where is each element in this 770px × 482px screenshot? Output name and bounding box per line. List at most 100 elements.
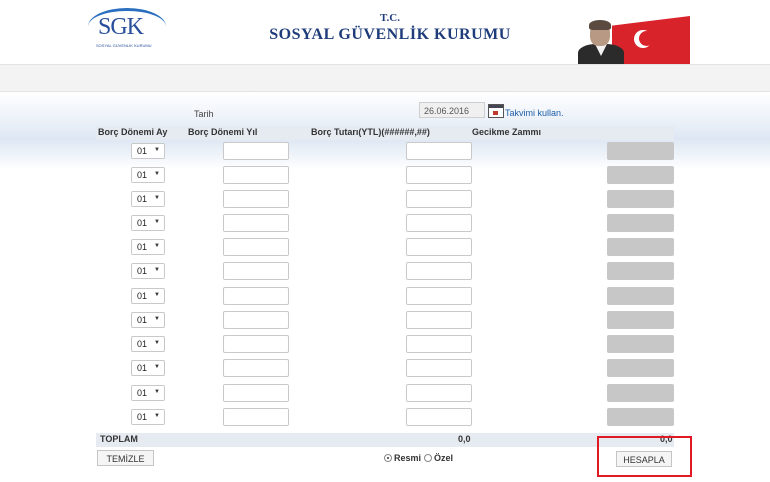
table-row: 01 ▼ [96,238,674,262]
chevron-down-icon: ▼ [154,171,160,177]
month-select[interactable]: 01 ▼ [131,385,165,401]
radio-official[interactable] [384,454,392,462]
chevron-down-icon: ▼ [154,292,160,298]
penalty-field [607,238,674,256]
month-value: 01 [137,266,148,276]
logo-text: SGK [98,14,144,40]
month-select[interactable]: 01 ▼ [131,409,165,425]
calendar-icon[interactable] [488,104,504,118]
type-radio-group: Resmi Özel [384,453,456,463]
penalty-field [607,190,674,208]
amount-input[interactable] [406,214,472,232]
year-input[interactable] [223,311,289,329]
amount-input[interactable] [406,142,472,160]
table-row: 01 ▼ [96,384,674,408]
month-value: 01 [137,363,148,373]
logo-subtext: SOSYAL GÜVENLİK KURUMU [96,43,152,48]
month-value: 01 [137,315,148,325]
month-select[interactable]: 01 ▼ [131,360,165,376]
penalty-field [607,359,674,377]
table-row: 01 ▼ [96,335,674,359]
header-penalty: Gecikme Zammı [472,127,542,137]
table-row: 01 ▼ [96,287,674,311]
penalty-field [607,311,674,329]
month-value: 01 [137,291,148,301]
penalty-field [607,262,674,280]
year-input[interactable] [223,359,289,377]
penalty-field [607,408,674,426]
table-row: 01 ▼ [96,190,674,214]
amount-input[interactable] [406,238,472,256]
year-input[interactable] [223,166,289,184]
amount-input[interactable] [406,287,472,305]
header-tc: T.C. [380,12,400,24]
chevron-down-icon: ▼ [154,267,160,273]
month-select[interactable]: 01 ▼ [131,191,165,207]
flag-crescent-cut [639,31,654,46]
year-input[interactable] [223,384,289,402]
chevron-down-icon: ▼ [154,195,160,201]
table-row: 01 ▼ [96,214,674,238]
header-amount: Borç Tutarı(YTL)(######,##) [311,127,430,137]
penalty-field [607,384,674,402]
clear-button[interactable]: TEMİZLE [97,450,154,466]
month-value: 01 [137,218,148,228]
sgk-logo[interactable]: SGK SOSYAL GÜVENLİK KURUMU [86,8,168,48]
chevron-down-icon: ▼ [154,147,160,153]
amount-input[interactable] [406,166,472,184]
amount-input[interactable] [406,262,472,280]
month-select[interactable]: 01 ▼ [131,215,165,231]
nav-band [0,64,770,92]
chevron-down-icon: ▼ [154,316,160,322]
month-value: 01 [137,194,148,204]
year-input[interactable] [223,287,289,305]
penalty-field [607,214,674,232]
amount-input[interactable] [406,359,472,377]
year-input[interactable] [223,190,289,208]
flag-portrait-image [578,10,690,66]
table-row: 01 ▼ [96,359,674,383]
month-select[interactable]: 01 ▼ [131,263,165,279]
month-select[interactable]: 01 ▼ [131,312,165,328]
chevron-down-icon: ▼ [154,340,160,346]
radio-special[interactable] [424,454,433,462]
table-row: 01 ▼ [96,408,674,432]
chevron-down-icon: ▼ [154,219,160,225]
radio-official-label: Resmi [394,453,422,463]
month-select[interactable]: 01 ▼ [131,143,165,159]
table-row: 01 ▼ [96,262,674,286]
penalty-field [607,166,674,184]
amount-input[interactable] [406,190,472,208]
year-input[interactable] [223,335,289,353]
amount-input[interactable] [406,311,472,329]
amount-input[interactable] [406,384,472,402]
portrait-hair [589,20,611,30]
month-value: 01 [137,170,148,180]
header-titles: T.C. SOSYAL GÜVENLİK KURUMU [230,12,550,44]
chevron-down-icon: ▼ [154,364,160,370]
month-value: 01 [137,412,148,422]
table-row: 01 ▼ [96,142,674,166]
month-value: 01 [137,388,148,398]
year-input[interactable] [223,238,289,256]
header-institution: SOSYAL GÜVENLİK KURUMU [269,26,511,43]
month-select[interactable]: 01 ▼ [131,336,165,352]
radio-special-label: Özel [434,453,454,463]
year-input[interactable] [223,214,289,232]
month-select[interactable]: 01 ▼ [131,167,165,183]
month-select[interactable]: 01 ▼ [131,239,165,255]
amount-input[interactable] [406,408,472,426]
calculate-button[interactable]: HESAPLA [616,451,672,467]
penalty-field [607,287,674,305]
year-input[interactable] [223,262,289,280]
chevron-down-icon: ▼ [154,243,160,249]
date-input[interactable]: 26.06.2016 [419,102,485,118]
year-input[interactable] [223,142,289,160]
month-value: 01 [137,242,148,252]
site-header: SGK SOSYAL GÜVENLİK KURUMU T.C. SOSYAL G… [0,0,770,66]
month-select[interactable]: 01 ▼ [131,288,165,304]
year-input[interactable] [223,408,289,426]
debt-total: 0,0 [458,434,471,444]
amount-input[interactable] [406,335,472,353]
calendar-link[interactable]: Takvimi kullan. [505,108,564,118]
